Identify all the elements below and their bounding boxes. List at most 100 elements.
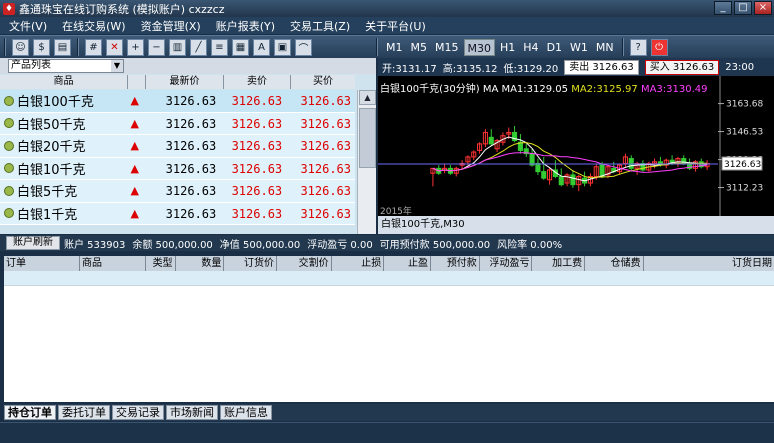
zoom-out-icon[interactable]: −: [148, 38, 165, 56]
chart-panel: 开:3131.17 高:3135.12 低:3129.20 卖出 3126.63…: [378, 58, 774, 234]
scroll-up-icon[interactable]: ▲: [359, 90, 376, 105]
product-scrollbar[interactable]: ▲: [357, 90, 376, 234]
balance: 余额 500,000.00: [132, 239, 213, 251]
col-sell[interactable]: 卖价: [224, 75, 291, 89]
direction-up-icon: ▲: [130, 161, 139, 175]
calendar-icon[interactable]: ▣: [274, 38, 291, 56]
col-qty[interactable]: 数量: [176, 256, 225, 271]
col-order-date[interactable]: 订货日期: [644, 256, 774, 271]
product-bullet-icon: [4, 118, 14, 129]
ruler-icon[interactable]: ╱: [190, 38, 207, 56]
col-order-price[interactable]: 订货价: [224, 256, 277, 271]
candle-body: [541, 171, 547, 179]
refresh-account-button[interactable]: 账户刷新: [6, 236, 60, 250]
period-m30[interactable]: M30: [463, 38, 495, 56]
ma2-label: MA2:3125.97: [571, 84, 638, 95]
scroll-thumb[interactable]: [359, 108, 376, 168]
tab-account-info[interactable]: 账户信息: [220, 405, 272, 420]
period-m5[interactable]: M5: [408, 39, 431, 56]
candlestick-chart[interactable]: 3163.683146.533129.383112.233126.63: [378, 76, 774, 216]
current-price-label: 3126.63: [724, 160, 761, 170]
tab-market-news[interactable]: 市场新闻: [166, 405, 218, 420]
toolbar: ☺ $ ▤ # ✕ + − ▥ ╱ ≡ ▦ A ▣ ⌒ M1 M5 M15 M3…: [0, 35, 774, 58]
product-bullet-icon: [4, 208, 14, 219]
col-product[interactable]: 商品: [80, 256, 147, 271]
product-row[interactable]: 白银5千克 ▲ 3126.63 3126.63 3126.63: [0, 180, 355, 203]
period-m15[interactable]: M15: [432, 39, 462, 56]
font-icon[interactable]: A: [253, 38, 270, 56]
period-h4[interactable]: H4: [520, 39, 541, 56]
candle-body: [628, 158, 634, 169]
product-row[interactable]: 白银100千克 ▲ 3126.63 3126.63 3126.63: [0, 90, 355, 113]
menu-reports[interactable]: 账户报表(Y): [207, 18, 281, 34]
menu-file[interactable]: 文件(V): [0, 18, 53, 34]
document-icon[interactable]: ▤: [54, 38, 71, 56]
col-product[interactable]: 商品: [0, 75, 128, 89]
col-type[interactable]: 类型: [146, 256, 176, 271]
product-row[interactable]: 白银20千克 ▲ 3126.63 3126.63 3126.63: [0, 135, 355, 158]
power-icon[interactable]: ⏻: [650, 38, 668, 56]
sell-button[interactable]: 卖出 3126.63: [564, 59, 639, 75]
col-last[interactable]: 最新价: [146, 75, 224, 89]
coin-icon[interactable]: $: [33, 38, 50, 56]
buy-price: 3126.63: [300, 161, 352, 176]
col-storage-fee[interactable]: 仓储费: [585, 256, 644, 271]
col-buy[interactable]: 买价: [291, 75, 355, 89]
product-list-select[interactable]: 产品列表 ▼: [8, 59, 124, 73]
trend-icon[interactable]: ⌒: [295, 38, 312, 56]
table-icon[interactable]: ▦: [232, 38, 249, 56]
sell-price: 3126.63: [231, 161, 283, 176]
last-price: 3126.63: [165, 206, 217, 221]
last-price: 3126.63: [165, 161, 217, 176]
period-w1[interactable]: W1: [567, 39, 591, 56]
delete-icon[interactable]: ✕: [106, 38, 123, 56]
close-button[interactable]: ×: [754, 1, 772, 15]
buy-price: 3126.63: [300, 116, 352, 131]
col-processing-fee[interactable]: 加工费: [532, 256, 586, 271]
account-bar: 账户刷新 账户 533903 余额 500,000.00 净值 500,000.…: [0, 235, 774, 251]
candle-body: [535, 162, 541, 173]
tab-positions[interactable]: 持仓订单: [4, 405, 56, 420]
product-row[interactable]: 白银10千克 ▲ 3126.63 3126.63 3126.63: [0, 157, 355, 180]
tab-trade-history[interactable]: 交易记录: [112, 405, 164, 420]
product-row[interactable]: 白银50千克 ▲ 3126.63 3126.63 3126.63: [0, 112, 355, 135]
price-icon[interactable]: ≡: [211, 38, 228, 56]
col-order[interactable]: 订单: [4, 256, 80, 271]
period-m1[interactable]: M1: [383, 39, 406, 56]
col-floating-pnl[interactable]: 浮动盈亏: [480, 256, 533, 271]
period-d1[interactable]: D1: [544, 39, 565, 56]
menu-tools[interactable]: 交易工具(Z): [281, 18, 356, 34]
zoom-in-icon[interactable]: +: [127, 38, 144, 56]
last-price: 3126.63: [165, 116, 217, 131]
menu-trade[interactable]: 在线交易(W): [53, 18, 131, 34]
minimize-button[interactable]: _: [714, 1, 732, 15]
chart-icon[interactable]: ▥: [169, 38, 186, 56]
chevron-down-icon[interactable]: ▼: [111, 60, 123, 72]
period-h1[interactable]: H1: [497, 39, 518, 56]
buy-button[interactable]: 买入 3126.63: [644, 59, 720, 75]
product-bullet-icon: [4, 185, 14, 196]
chart-footer: 白银100千克,M30: [378, 216, 774, 234]
menu-funds[interactable]: 资金管理(X): [132, 18, 207, 34]
tab-pending-orders[interactable]: 委托订单: [58, 405, 110, 420]
help-icon[interactable]: ?: [629, 38, 647, 56]
buy-price: 3126.63: [300, 184, 352, 198]
maximize-button[interactable]: □: [734, 1, 752, 15]
product-bullet-icon: [4, 140, 14, 151]
chart-symbol: 白银100千克(30分钟): [380, 84, 480, 95]
period-mn[interactable]: MN: [593, 39, 617, 56]
account-number: 账户 533903: [64, 239, 126, 251]
users-icon[interactable]: ☺: [12, 38, 29, 56]
bottom-tabs: 持仓订单 委托订单 交易记录 市场新闻 账户信息: [4, 404, 774, 421]
direction-up-icon: ▲: [130, 116, 139, 130]
col-prepayment[interactable]: 预付款: [431, 256, 480, 271]
col-delivery-price[interactable]: 交割价: [277, 256, 332, 271]
product-row[interactable]: 白银1千克 ▲ 3126.63 3126.63 3126.63: [0, 202, 355, 225]
sell-price: 3126.63: [231, 184, 283, 198]
product-name: 白银20千克: [0, 135, 126, 157]
col-stop-loss[interactable]: 止损: [332, 256, 385, 271]
grid-icon[interactable]: #: [85, 38, 102, 56]
menu-about[interactable]: 关于平台(U): [356, 18, 432, 34]
col-take-profit[interactable]: 止盈: [384, 256, 432, 271]
ma3-label: MA3:3130.49: [640, 84, 708, 95]
